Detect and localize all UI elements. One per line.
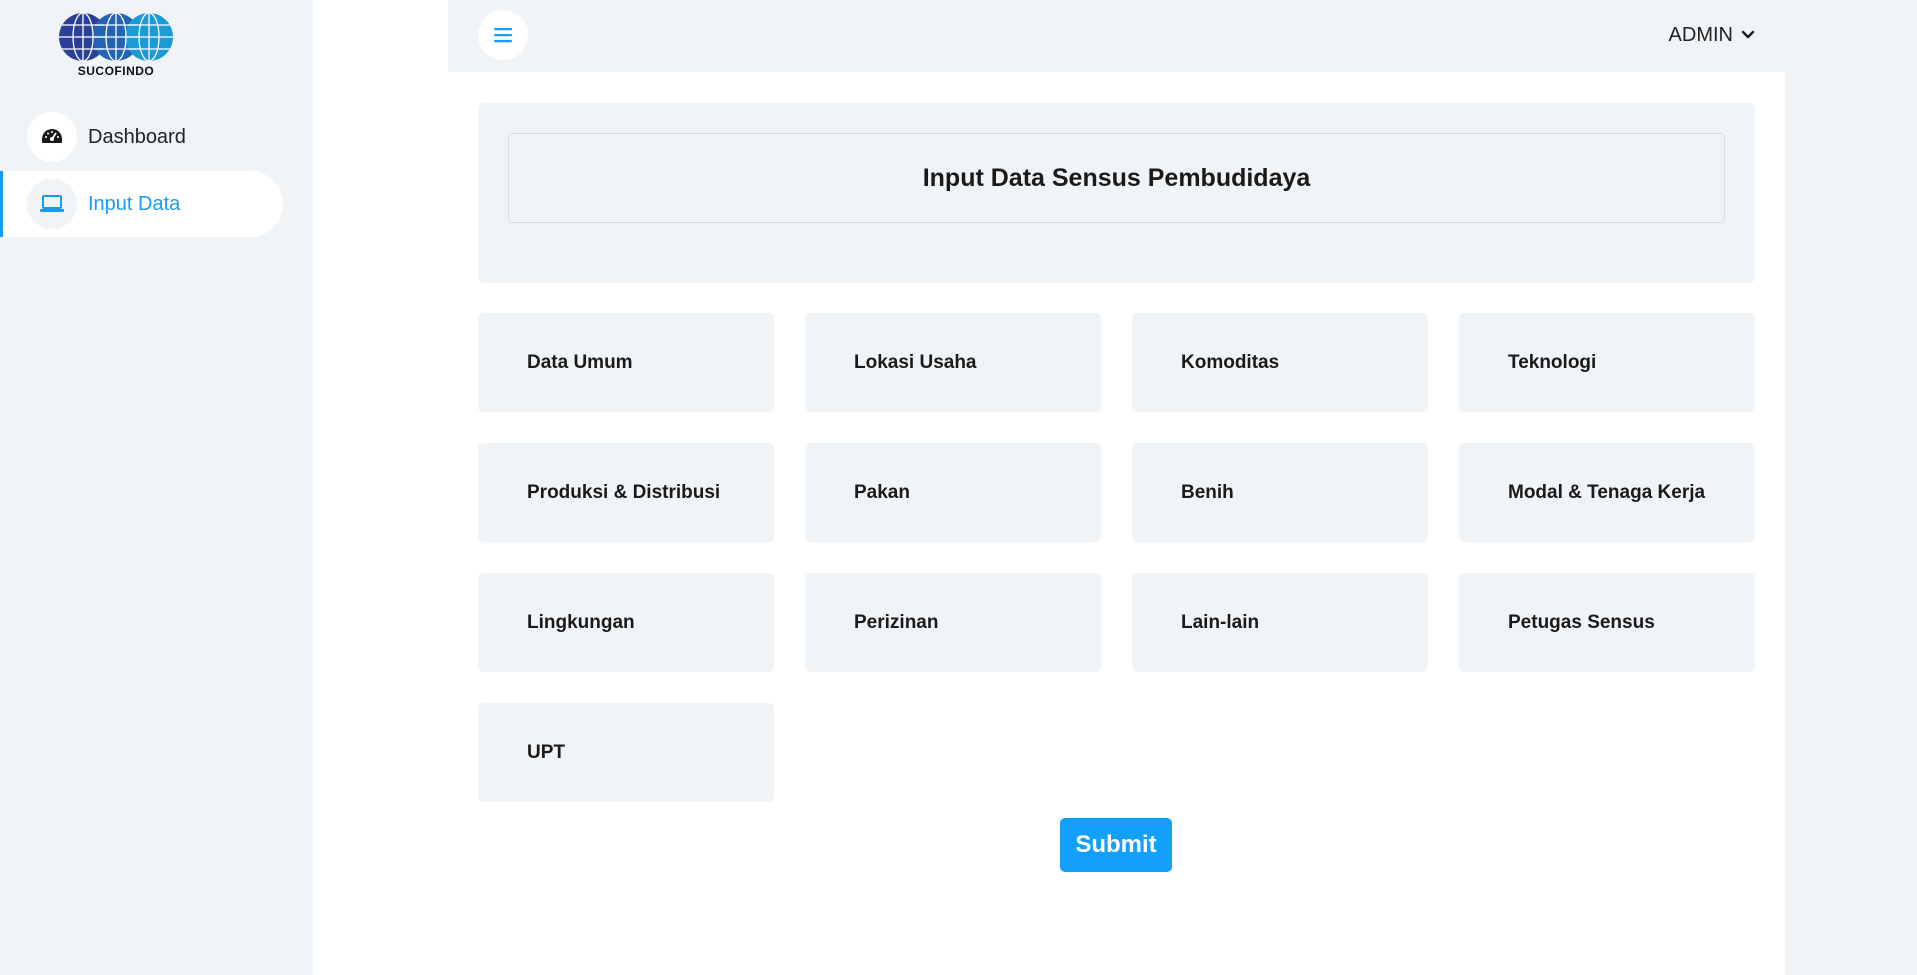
card-produksi-distribusi[interactable]: Produksi & Distribusi (478, 443, 774, 542)
card-benih[interactable]: Benih (1132, 443, 1428, 542)
logo-text: SUCOFINDO (77, 64, 155, 78)
chevron-down-icon (1741, 30, 1755, 39)
top-header: ADMIN (448, 0, 1785, 72)
user-menu[interactable]: ADMIN (1669, 22, 1755, 48)
card-pakan[interactable]: Pakan (805, 443, 1101, 542)
right-gutter (1785, 0, 1917, 975)
card-petugas-sensus[interactable]: Petugas Sensus (1459, 573, 1755, 672)
submit-button[interactable]: Submit (1060, 818, 1172, 872)
hamburger-menu-icon (494, 28, 512, 43)
card-komoditas[interactable]: Komoditas (1132, 313, 1428, 412)
card-perizinan[interactable]: Perizinan (805, 573, 1101, 672)
card-data-umum[interactable]: Data Umum (478, 313, 774, 412)
card-lingkungan[interactable]: Lingkungan (478, 573, 774, 672)
card-modal-tenaga-kerja[interactable]: Modal & Tenaga Kerja (1459, 443, 1755, 542)
sidebar: SUCOFINDO Dashboard Input Data (0, 0, 313, 975)
globe-logo-icon (59, 13, 173, 61)
sidebar-item-input-data[interactable]: Input Data (0, 171, 283, 237)
sidebar-item-label: Input Data (88, 192, 181, 215)
menu-toggle-button[interactable] (478, 10, 528, 60)
card-lain-lain[interactable]: Lain-lain (1132, 573, 1428, 672)
laptop-icon (27, 179, 77, 229)
sidebar-item-label: Dashboard (88, 125, 186, 148)
user-name: ADMIN (1668, 23, 1733, 46)
title-panel: Input Data Sensus Pembudidaya (478, 103, 1755, 283)
sucofindo-logo[interactable]: SUCOFINDO (58, 12, 174, 78)
sidebar-item-dashboard[interactable]: Dashboard (0, 104, 283, 170)
dashboard-gauge-icon (27, 112, 77, 162)
card-teknologi[interactable]: Teknologi (1459, 313, 1755, 412)
card-lokasi-usaha[interactable]: Lokasi Usaha (805, 313, 1101, 412)
page-title: Input Data Sensus Pembudidaya (508, 133, 1725, 223)
card-upt[interactable]: UPT (478, 703, 774, 802)
